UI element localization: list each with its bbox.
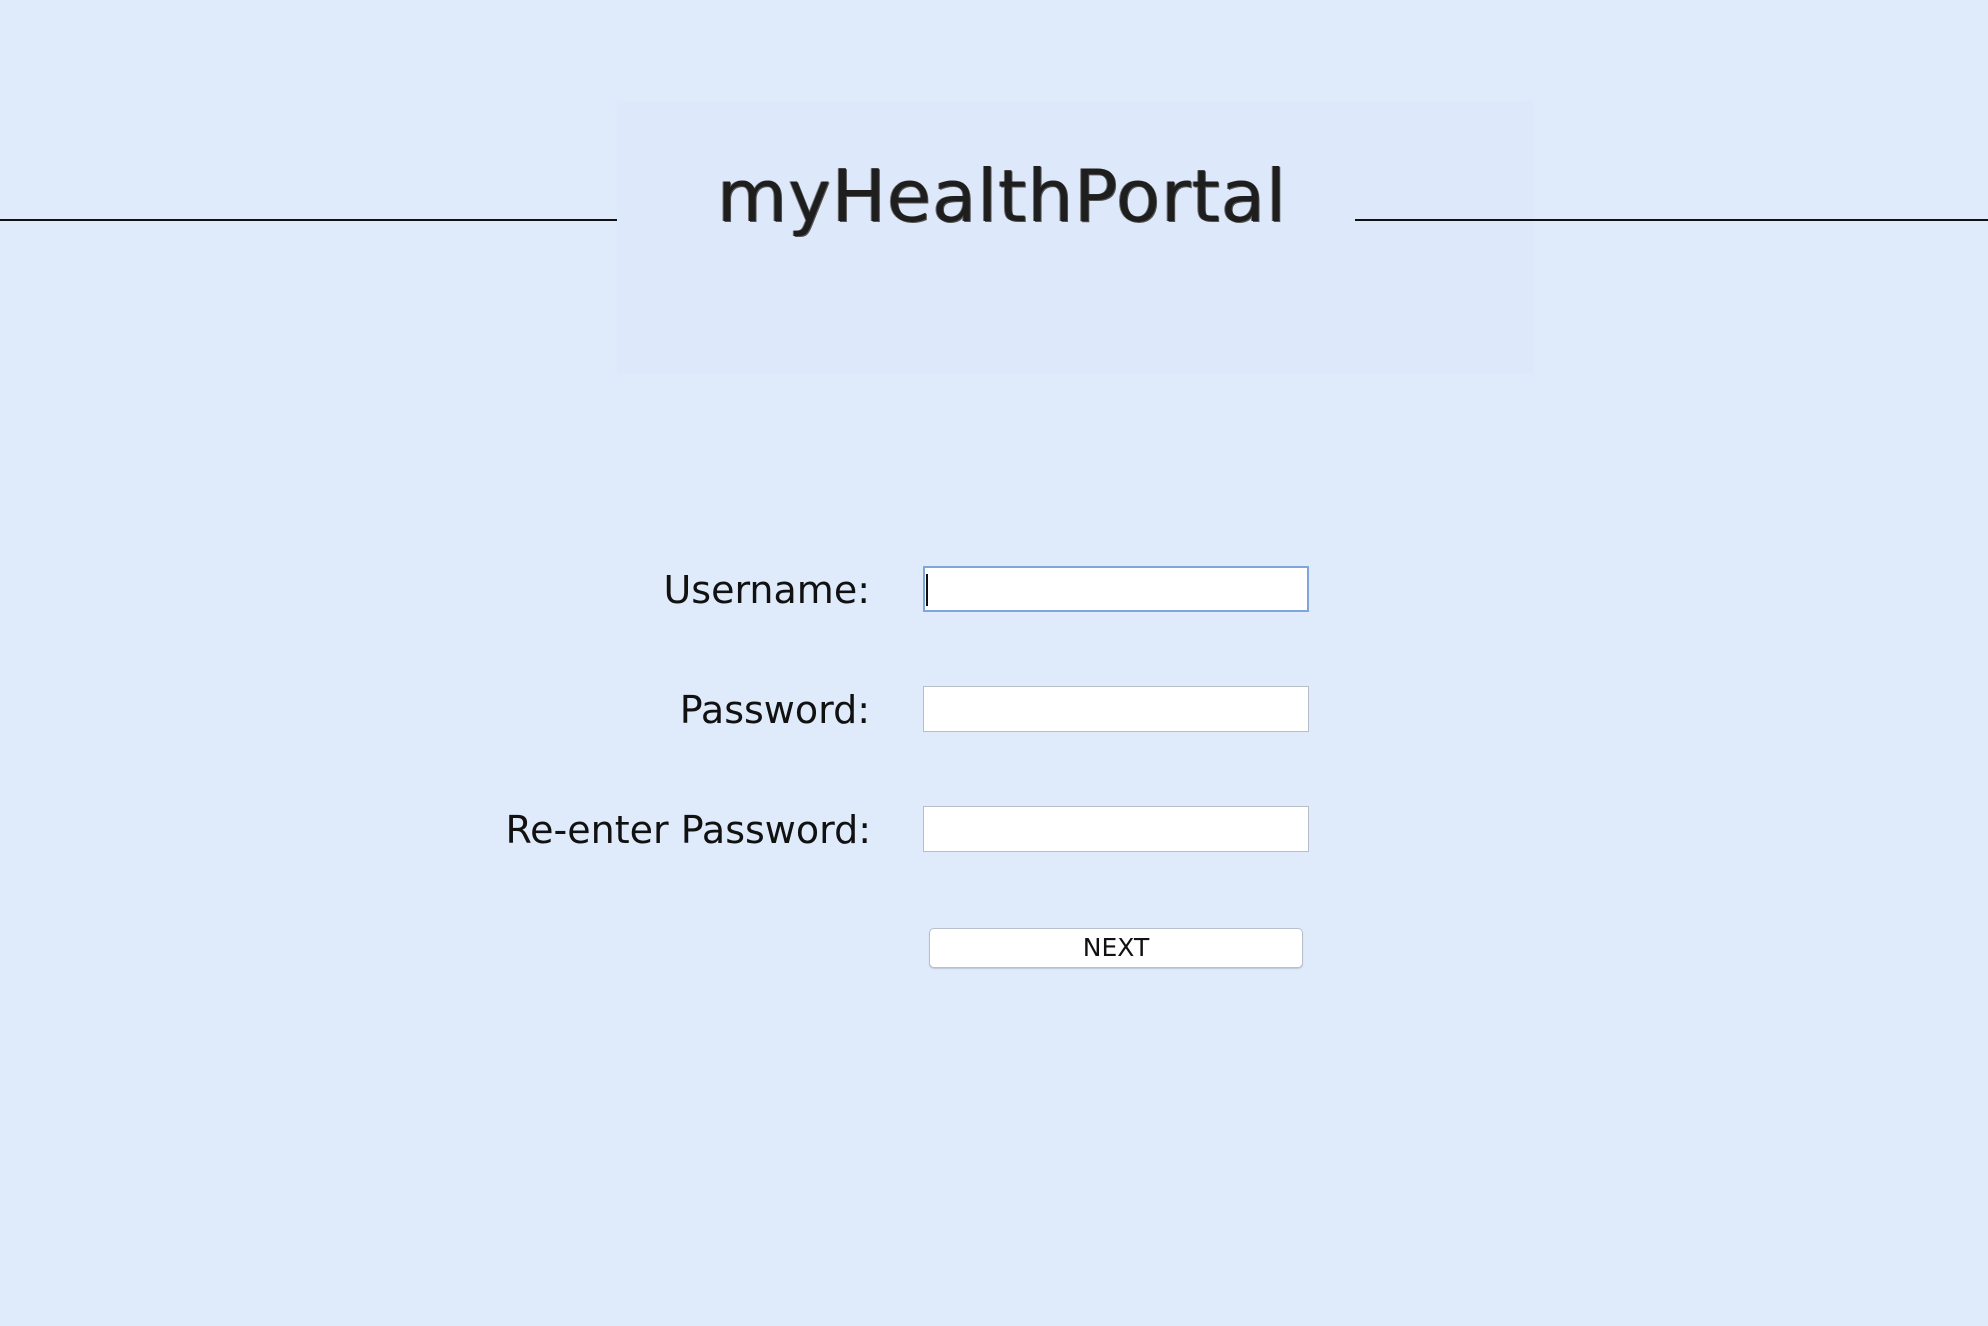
next-button[interactable]: NEXT — [929, 928, 1303, 968]
reenter-password-label: Re-enter Password: — [505, 808, 871, 852]
password-label: Password: — [679, 688, 870, 732]
header-divider-left — [0, 219, 617, 221]
username-row: Username: — [0, 566, 1988, 614]
username-input[interactable] — [923, 566, 1309, 612]
password-input[interactable] — [923, 686, 1309, 732]
reenter-password-input[interactable] — [923, 806, 1309, 852]
password-row: Password: — [0, 686, 1988, 734]
app-logo: myHealthPortal — [717, 154, 1288, 238]
text-cursor — [926, 574, 928, 606]
username-label: Username: — [663, 568, 870, 612]
reenter-password-row: Re-enter Password: — [0, 806, 1988, 854]
